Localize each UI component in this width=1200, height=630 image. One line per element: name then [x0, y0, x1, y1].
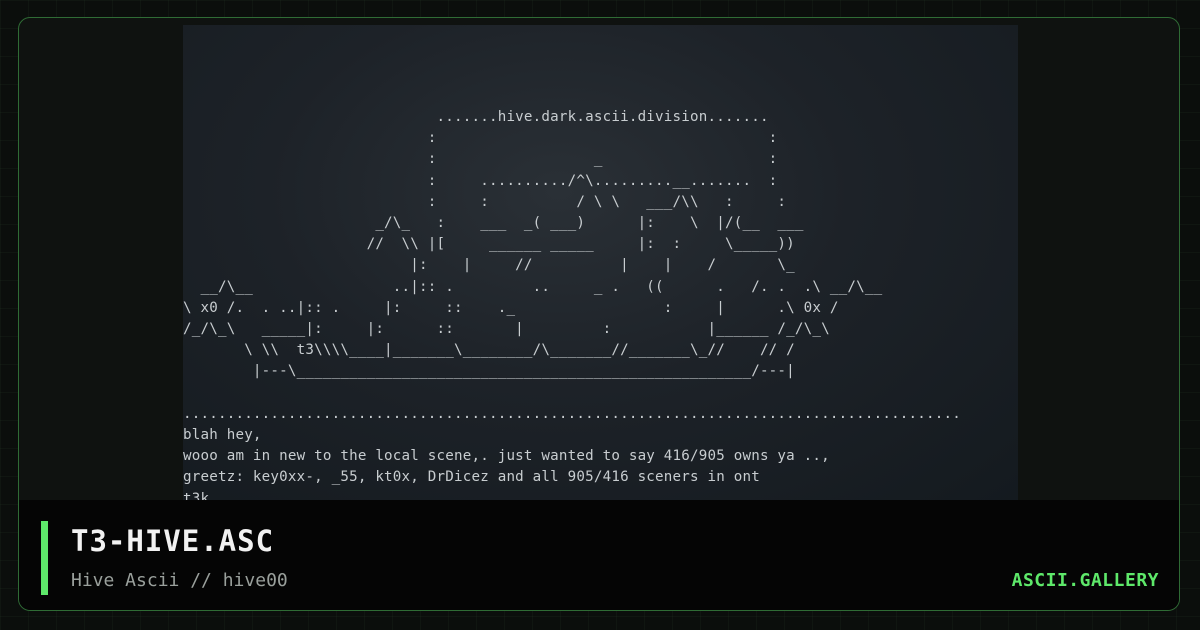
artwork-subtitle: Hive Ascii // hive00 [71, 570, 288, 591]
og-image-canvas: { "artwork": { "ascii_lines": [ " ......… [0, 0, 1200, 630]
ascii-art-preview: .......hive.dark.ascii.division....... :… [183, 25, 1018, 501]
info-panel: T3-HIVE.ASC Hive Ascii // hive00 ASCII.G… [19, 500, 1179, 610]
gallery-card: .......hive.dark.ascii.division....... :… [18, 17, 1180, 611]
ascii-art-text: .......hive.dark.ascii.division....... :… [183, 109, 962, 501]
artwork-title: T3-HIVE.ASC [71, 524, 275, 558]
accent-bar [41, 521, 48, 595]
site-brand: ASCII.GALLERY [1011, 570, 1159, 591]
